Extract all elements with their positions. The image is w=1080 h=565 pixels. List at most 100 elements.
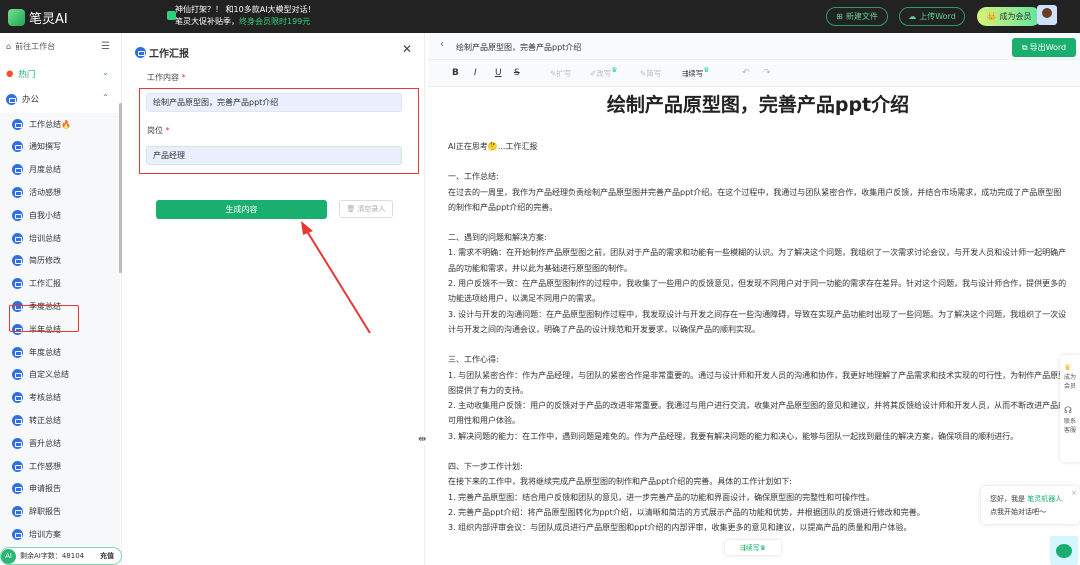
chatbot-prompt: 点我开始对话吧～ — [990, 508, 1046, 516]
paragraph: 2. 完善产品ppt介绍：将产品原型图转化为ppt介绍，以清晰和简洁的方式展示产… — [448, 507, 925, 517]
editor-header: ‹ 绘制产品原型图，完善产品ppt介绍 ⧉ 导出Word — [428, 33, 1080, 60]
back-icon[interactable]: ‹ — [440, 39, 444, 50]
briefcase-icon — [12, 232, 23, 244]
document-content[interactable]: 绘制产品原型图，完善产品ppt介绍 AI正在思考🤔...工作汇报 一、工作总结:… — [448, 93, 1068, 536]
sidebar-item[interactable]: 辞职报告 — [12, 504, 61, 520]
menu-toggle-icon[interactable]: ☰ — [101, 41, 110, 52]
become-vip-button[interactable]: 👑 成为会员 — [977, 7, 1041, 26]
sidebar-item[interactable]: 自定义总结 — [12, 367, 69, 383]
ai-thinking-status: AI正在思考🤔...工作汇报 — [448, 142, 538, 151]
sidebar-item[interactable]: 申请报告 — [12, 481, 61, 497]
upload-word-button[interactable]: ☁ 上传Word — [899, 7, 965, 26]
sidebar: ⌂ 前往工作台 ☰ ● 热门 ⌄ 办公 ⌃ 工作总结🔥 通知撰写月度总结活动感想自我小… — [0, 33, 122, 565]
expand-label: 扩写 — [556, 69, 572, 78]
credits-bar: AI 剩余AI字数：48104 充值 — [0, 547, 122, 565]
briefcase-icon — [12, 186, 23, 198]
category-hot[interactable]: ● 热门 — [6, 68, 35, 80]
sidebar-item[interactable]: 工作感想 — [12, 458, 61, 474]
briefcase-icon — [12, 369, 23, 381]
rewrite-button[interactable]: ✐改写♛ — [590, 66, 618, 79]
paragraph: 在接下来的工作中，我将继续完成产品原型图的制作和产品ppt介绍的完善。具体的工作… — [448, 477, 792, 487]
briefcase-icon — [12, 346, 23, 358]
paragraph: 3. 设计与开发的沟通问题：在产品原型图制作过程中，我发现设计与开发之间存在一些… — [448, 309, 1067, 334]
paragraph: 2. 主动收集用户反馈：用户的反馈对于产品的改进非常重要。我通过与用户进行交流，… — [448, 401, 1067, 426]
sidebar-item-label: 晋升总结 — [29, 438, 61, 448]
briefcase-icon — [12, 164, 23, 176]
sidebar-item[interactable]: 转正总结 — [12, 412, 61, 428]
brand-logo[interactable]: 笔灵AI — [8, 8, 68, 27]
simplify-button[interactable]: ✎简写 — [640, 68, 661, 79]
sidebar-item[interactable]: 月度总结 — [12, 162, 61, 178]
sidebar-item-label: 月度总结 — [29, 165, 61, 175]
paragraph: 1. 需求不明确：在开始制作产品原型图之前，团队对于产品的需求和功能有一些模糊的… — [448, 248, 1067, 273]
strikethrough-button[interactable]: S — [514, 68, 520, 78]
sidebar-item-label: 培训总结 — [29, 233, 61, 243]
floating-continue-label: 续写 — [745, 543, 760, 552]
sidebar-item[interactable]: 简历修改 — [12, 253, 61, 269]
sidebar-item[interactable]: 通知撰写 — [12, 139, 61, 155]
resize-handle-icon[interactable]: ⇹ — [418, 434, 427, 445]
headset-icon: ☊ — [1064, 406, 1072, 416]
sidebar-item-label: 自我小结 — [29, 210, 61, 220]
sidebar-item-label: 活动感想 — [29, 187, 61, 197]
avatar[interactable] — [1037, 5, 1057, 25]
become-vip-label: 成为会员 — [999, 12, 1032, 21]
briefcase-icon — [12, 414, 23, 426]
promo-banner[interactable]: 神仙打架？！ 和10多款AI大模型对话！ 笔灵大促补贴季，终身会员限时199元 — [167, 4, 316, 28]
continue-button[interactable]: ⇶续写♛ — [682, 66, 710, 79]
file-plus-icon: ⊞ — [836, 12, 843, 21]
redo-button[interactable]: ↷ — [763, 68, 771, 78]
underline-button[interactable]: U — [495, 68, 502, 78]
sidebar-item-label: 申请报告 — [29, 484, 61, 494]
briefcase-icon — [12, 392, 23, 404]
new-file-button[interactable]: ⊞ 新建文件 — [826, 7, 888, 26]
export-word-button[interactable]: ⧉ 导出Word — [1012, 38, 1076, 57]
form-panel: 工作汇报 ✕ 工作内容 * 绘制产品原型图，完善产品ppt介绍 岗位 * 产品经… — [125, 33, 425, 565]
chatbot-close-button[interactable]: × — [1071, 487, 1077, 500]
vip-link[interactable]: 成为会员 — [1064, 372, 1080, 390]
sidebar-item-label: 培训方案 — [29, 529, 61, 539]
briefcase-icon — [12, 506, 23, 518]
new-file-label: 新建文件 — [845, 12, 878, 21]
chatbot-bubble[interactable]: × 您好，我是 笔灵机器人 点我开始对话吧～ — [981, 486, 1080, 524]
ai-badge: AI — [1, 548, 16, 564]
sidebar-item[interactable]: 工作汇报 — [12, 276, 61, 292]
sidebar-item-label: 年度总结 — [29, 347, 61, 357]
bold-button[interactable]: B — [452, 68, 459, 78]
sidebar-item[interactable]: 晋升总结 — [12, 435, 61, 451]
undo-button[interactable]: ↶ — [742, 68, 750, 78]
promo-highlight: 终身会员限时199元 — [239, 17, 311, 26]
italic-button[interactable]: I — [474, 68, 477, 78]
service-link[interactable]: 联系客服 — [1064, 416, 1080, 434]
sidebar-item-label: 通知撰写 — [29, 142, 61, 152]
floating-continue-button[interactable]: ⇶ 续写 ♛ — [725, 540, 781, 555]
sidebar-item-label: 考核总结 — [29, 393, 61, 403]
export-label: 导出Word — [1029, 43, 1067, 52]
expand-button[interactable]: ✎扩写 — [550, 68, 571, 79]
sidebar-item-label: 工作感想 — [29, 461, 61, 471]
go-workspace-link[interactable]: ⌂ 前往工作台 — [6, 41, 55, 52]
sidebar-item[interactable]: 培训方案 — [12, 526, 61, 542]
crown-icon: ♛ — [703, 66, 710, 74]
sidebar-item[interactable]: 自我小结 — [12, 207, 61, 223]
credits-label: 剩余AI字数：48104 — [20, 552, 85, 560]
sidebar-item[interactable]: 考核总结 — [12, 390, 61, 406]
sidebar-item-label: 简历修改 — [29, 256, 61, 266]
sidebar-item[interactable]: 培训总结 — [12, 230, 61, 246]
robot-icon[interactable] — [1050, 536, 1078, 565]
arrow-annotation — [301, 221, 371, 334]
paragraph: 二、遇到的问题和解决方案: — [448, 233, 547, 243]
chevron-up-icon[interactable]: ⌃ — [102, 93, 109, 102]
brand-name: 笔灵AI — [29, 12, 68, 27]
sidebar-item[interactable]: 活动感想 — [12, 184, 61, 200]
side-float-panel: ♛ 成为会员 ☊ 联系客服 — [1060, 355, 1080, 462]
paragraph: 四、下一步工作计划: — [448, 462, 523, 472]
category-office[interactable]: 办公 — [6, 93, 39, 105]
recharge-button[interactable]: 充值 — [100, 551, 114, 561]
chevron-down-icon[interactable]: ⌄ — [102, 68, 109, 77]
sidebar-item[interactable]: 工作总结🔥 — [12, 116, 71, 132]
sidebar-scrollbar[interactable] — [119, 103, 122, 273]
sidebar-item[interactable]: 年度总结 — [12, 344, 61, 360]
